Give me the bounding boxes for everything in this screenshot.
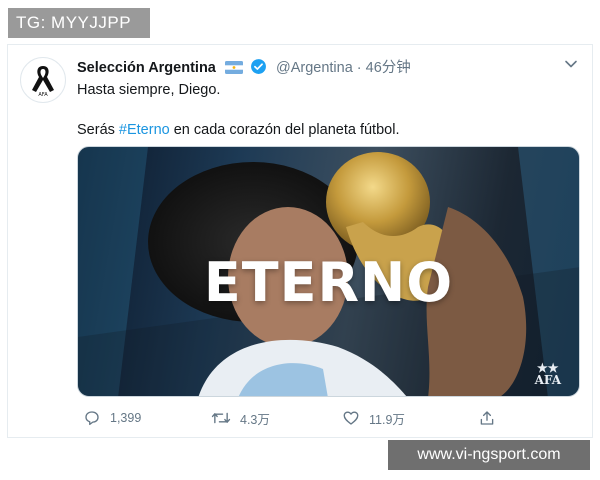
reply-button[interactable]: 1,399 xyxy=(83,408,141,428)
retweet-icon xyxy=(211,412,231,424)
svg-text:AFA: AFA xyxy=(38,92,48,97)
afa-badge: ★★ AFA xyxy=(535,362,561,386)
tweet-actions: 1,399 4.3万 11.9万 xyxy=(77,408,537,428)
media-overlay-text: ETERNO xyxy=(203,251,454,314)
handle[interactable]: @Argentina xyxy=(276,60,353,76)
reply-icon xyxy=(85,411,99,426)
tweet-text-line2: Serás #Eterno en cada corazón del planet… xyxy=(77,121,399,139)
afa-badge-text: AFA xyxy=(534,373,561,387)
separator: · xyxy=(356,60,362,76)
retweet-count: 4.3万 xyxy=(240,412,270,427)
text-before-hashtag: Serás xyxy=(77,122,119,138)
hashtag-link[interactable]: #Eterno xyxy=(119,122,170,138)
retweet-button[interactable]: 4.3万 xyxy=(211,408,270,428)
mourning-ribbon-icon: AFA xyxy=(32,66,54,97)
avatar[interactable]: AFA xyxy=(20,57,66,103)
watermark-bottom: www.vi-ngsport.com xyxy=(388,440,590,470)
like-count: 11.9万 xyxy=(369,412,405,427)
tweet-card[interactable]: AFA Selección Argentina @Argentina · 46分… xyxy=(7,44,593,438)
timestamp[interactable]: 46分钟 xyxy=(366,60,411,76)
reply-count: 1,399 xyxy=(110,411,142,425)
tweet-header: Selección Argentina @Argentina · 46分钟 xyxy=(77,58,552,76)
text-after-hashtag: en cada corazón del planeta fútbol. xyxy=(169,122,400,138)
watermark-top: TG: MYYJJPP xyxy=(8,8,150,38)
argentina-flag-icon xyxy=(224,61,243,79)
verified-icon xyxy=(250,58,267,80)
tweet-media-image[interactable]: ETERNO ★★ AFA xyxy=(77,146,580,397)
like-button[interactable]: 11.9万 xyxy=(342,408,405,428)
chevron-down-icon[interactable] xyxy=(564,57,578,71)
share-button[interactable] xyxy=(478,408,496,428)
share-icon xyxy=(480,411,494,425)
display-name[interactable]: Selección Argentina xyxy=(77,60,216,76)
like-icon xyxy=(343,411,359,425)
tweet-text-line1: Hasta siempre, Diego. xyxy=(77,82,221,98)
